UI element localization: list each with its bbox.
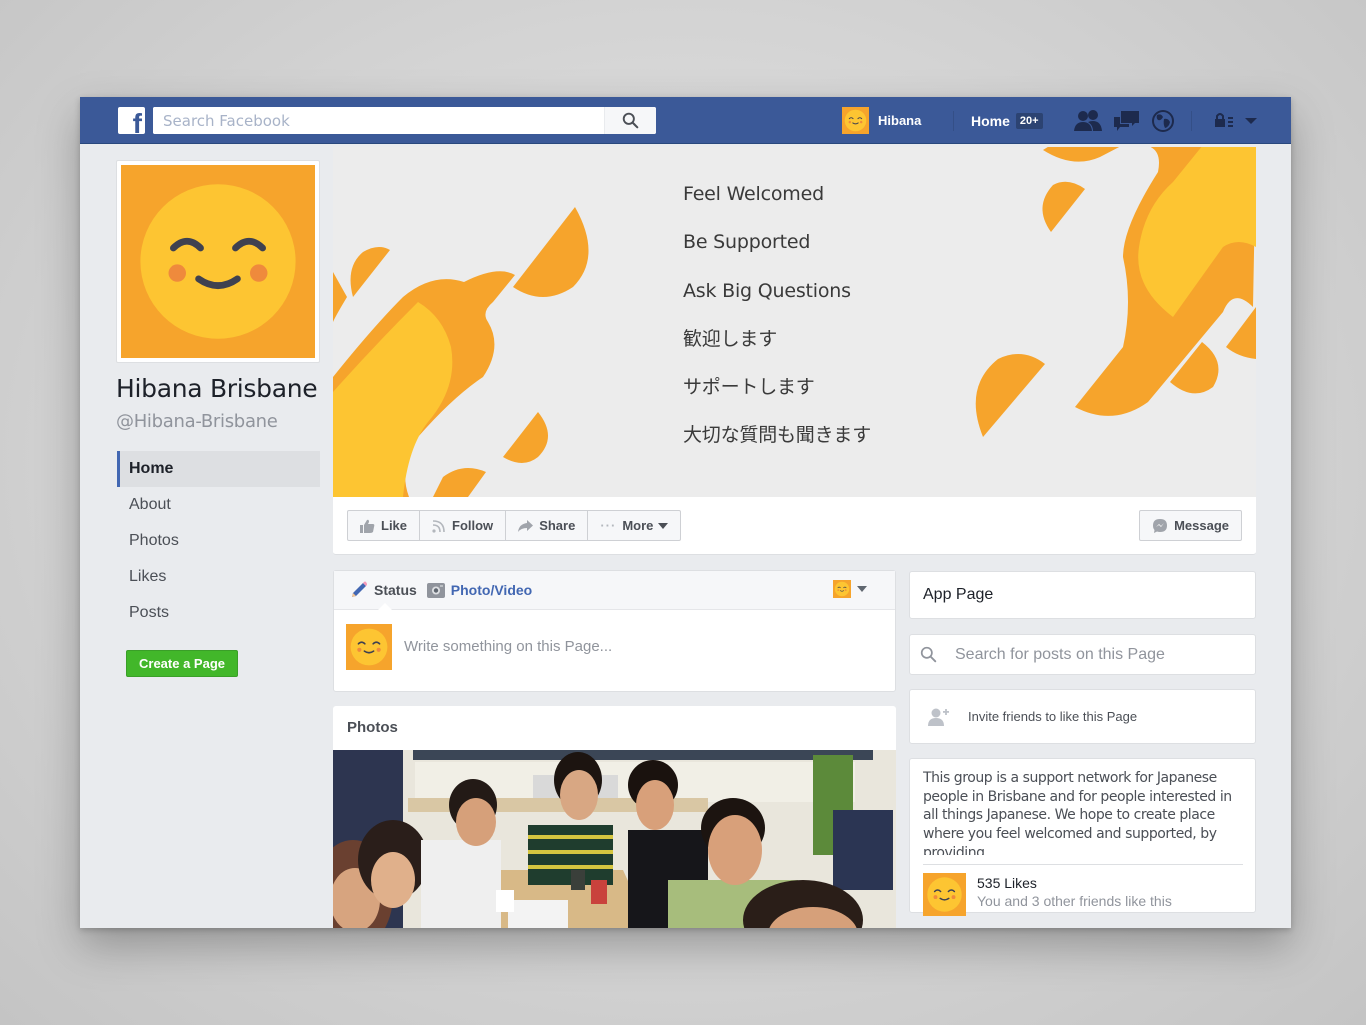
cover-line: Ask Big Questions — [683, 279, 851, 302]
share-button[interactable]: Share — [506, 511, 589, 540]
rss-follow-icon — [432, 519, 446, 533]
active-tab-notch — [378, 603, 392, 610]
composer-avatar — [346, 624, 392, 670]
likes-text: 535 Likes You and 3 other friends like t… — [977, 873, 1172, 909]
about-card: This group is a support network for Japa… — [909, 758, 1256, 913]
leftnav-item-likes[interactable]: Likes — [117, 559, 320, 595]
divider — [923, 864, 1243, 865]
photos-card: Photos — [333, 706, 896, 928]
tab-photo-label: Photo/Video — [450, 582, 533, 598]
message-label: Message — [1174, 518, 1229, 533]
leftnav-item-posts[interactable]: Posts — [117, 595, 320, 631]
profile-avatar — [842, 107, 869, 134]
composer-input[interactable] — [404, 634, 874, 658]
tab-photo-video[interactable]: Photo/Video — [426, 582, 533, 598]
nav-divider — [953, 111, 954, 131]
privacy-lock-icon[interactable] — [1214, 109, 1242, 133]
profile-name: Hibana — [878, 113, 922, 128]
notifications-globe-icon[interactable] — [1151, 109, 1179, 133]
cover-line: Feel Welcomed — [683, 183, 824, 205]
cover-line: サポートします — [683, 376, 815, 399]
invite-friends-card[interactable]: Invite friends to like this Page — [909, 689, 1256, 744]
add-friend-icon — [928, 708, 950, 726]
likes-friends: You and 3 other friends like this — [977, 893, 1172, 909]
home-notification-badge: 20+ — [1015, 112, 1043, 129]
page-profile-picture[interactable] — [116, 160, 320, 363]
account-menu-chevron-icon[interactable] — [1243, 109, 1271, 133]
page-action-buttons: Like Follow Share ··· More — [347, 510, 682, 541]
follow-label: Follow — [452, 518, 494, 533]
more-label: More — [622, 518, 654, 533]
page-title[interactable]: Hibana Brisbane — [116, 374, 318, 403]
more-dots-icon: ··· — [600, 518, 617, 533]
smiley-avatar-icon — [121, 165, 315, 358]
post-composer: Status Photo/Video — [333, 570, 896, 692]
facebook-logo-icon[interactable]: f — [118, 107, 145, 134]
like-button[interactable]: Like — [348, 511, 421, 540]
about-description: This group is a support network for Japa… — [923, 770, 1232, 855]
message-button[interactable]: Message — [1139, 510, 1242, 541]
group-photo[interactable] — [333, 750, 896, 928]
nav-divider — [1191, 111, 1192, 131]
search-button[interactable] — [604, 107, 656, 134]
cover-line: 歓迎します — [683, 327, 778, 350]
tab-status[interactable]: Status — [350, 581, 417, 599]
friend-requests-icon[interactable] — [1074, 109, 1102, 133]
thumbs-up-icon — [360, 519, 375, 533]
create-page-button[interactable]: Create a Page — [126, 650, 238, 677]
post-as-selector[interactable] — [833, 580, 867, 598]
tab-status-label: Status — [374, 582, 417, 598]
more-button[interactable]: ··· More — [588, 511, 680, 540]
cover-text-block: Feel Welcomed Be Supported Ask Big Quest… — [683, 181, 871, 471]
page-handle[interactable]: @Hibana-Brisbane — [116, 411, 278, 432]
search-icon — [920, 646, 937, 663]
page-posts-search-input[interactable] — [955, 645, 1255, 664]
composer-body — [334, 610, 895, 692]
photos-title[interactable]: Photos — [333, 706, 896, 751]
page-actions-bar: Like Follow Share ··· More Message — [333, 497, 1256, 555]
likes-avatar — [923, 873, 966, 916]
share-arrow-icon — [518, 519, 534, 532]
profile-link[interactable]: Hibana — [842, 97, 921, 144]
cover-line: 大切な質問も聞きます — [683, 424, 872, 447]
chevron-down-icon — [658, 522, 669, 529]
cover-line: Be Supported — [683, 231, 811, 254]
home-label: Home — [971, 112, 1010, 129]
page-search-card — [909, 634, 1256, 675]
leftnav-item-home[interactable]: Home — [117, 451, 320, 487]
pencil-icon — [350, 581, 368, 599]
share-label: Share — [539, 518, 576, 533]
chevron-down-icon — [857, 586, 867, 592]
global-search-input[interactable] — [153, 107, 604, 134]
invite-label: Invite friends to like this Page — [968, 709, 1138, 724]
like-label: Like — [381, 518, 408, 533]
camera-icon — [426, 582, 445, 598]
likes-summary[interactable]: 535 Likes You and 3 other friends like t… — [923, 873, 1242, 916]
search-icon — [622, 112, 639, 129]
global-search — [153, 107, 656, 134]
app-page-card[interactable]: App Page — [909, 571, 1256, 619]
cover-shapes-left-inner — [333, 302, 453, 497]
composer-tabs: Status Photo/Video — [334, 571, 895, 610]
post-as-avatar — [833, 580, 851, 598]
messenger-icon — [1152, 518, 1168, 534]
page-navigation: Home About Photos Likes Posts — [117, 451, 320, 631]
likes-count: 535 Likes — [977, 875, 1037, 891]
messages-icon[interactable] — [1113, 109, 1141, 133]
browser-window: f Hibana Home 20+ — [80, 97, 1291, 928]
leftnav-item-about[interactable]: About — [117, 487, 320, 523]
top-navigation-bar: f Hibana Home 20+ — [80, 97, 1291, 144]
home-link[interactable]: Home 20+ — [971, 97, 1043, 144]
leftnav-item-photos[interactable]: Photos — [117, 523, 320, 559]
follow-button[interactable]: Follow — [420, 511, 507, 540]
cover-photo[interactable]: Feel Welcomed Be Supported Ask Big Quest… — [333, 147, 1256, 497]
facebook-logo-glyph: f — [132, 108, 142, 135]
